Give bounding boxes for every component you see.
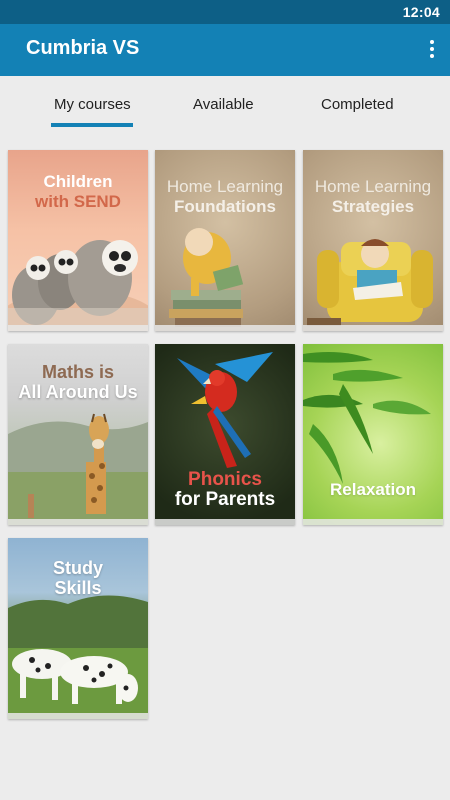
course-title: Phonics for Parents	[155, 470, 295, 510]
course-title-line1: Relaxation	[330, 480, 416, 499]
app-bar: Cumbria VS	[0, 24, 450, 76]
course-card-children-with-send[interactable]: Children with SEND	[8, 150, 148, 331]
tab-indicator	[51, 123, 133, 127]
course-title: Home Learning Strategies	[303, 177, 443, 217]
status-time: 12:04	[402, 4, 440, 20]
course-title-line1: Study	[52, 558, 103, 578]
card-strip	[8, 519, 148, 525]
course-card-home-learning-foundations[interactable]: Home Learning Foundations	[155, 150, 295, 331]
card-strip	[155, 325, 295, 331]
tab-available[interactable]: Available	[193, 96, 254, 113]
course-title-line2: for Parents	[174, 489, 276, 510]
course-card-phonics-for-parents[interactable]: Phonics for Parents	[155, 344, 295, 525]
card-strip	[303, 325, 443, 331]
course-title-line2: Foundations	[174, 197, 276, 216]
course-card-relaxation[interactable]: Relaxation	[303, 344, 443, 525]
course-title-line1: Home Learning	[166, 177, 284, 196]
card-strip	[8, 325, 148, 331]
course-title-line2: with SEND	[35, 192, 121, 211]
course-title-line2: All Around Us	[18, 382, 138, 402]
course-title-line1: Maths is	[41, 362, 115, 382]
course-title: Study Skills	[8, 558, 148, 598]
course-title: Maths is All Around Us	[8, 362, 148, 402]
course-title-line2: Strategies	[331, 197, 415, 216]
course-title: Children with SEND	[8, 172, 148, 212]
course-title-line1: Home Learning	[314, 177, 432, 196]
course-title: Relaxation	[303, 480, 443, 500]
course-title-line1: Children	[43, 172, 113, 191]
more-vert-icon[interactable]	[426, 38, 438, 62]
tab-my-courses[interactable]: My courses	[54, 96, 131, 113]
course-title-line2: Skills	[54, 578, 102, 598]
card-strip	[155, 519, 295, 525]
course-title-line1: Phonics	[188, 469, 262, 490]
course-card-maths-is-all-around-us[interactable]: Maths is All Around Us	[8, 344, 148, 525]
card-strip	[303, 519, 443, 525]
course-card-home-learning-strategies[interactable]: Home Learning Strategies	[303, 150, 443, 331]
app-title: Cumbria VS	[26, 37, 140, 59]
course-card-study-skills[interactable]: Study Skills	[8, 538, 148, 719]
course-title: Home Learning Foundations	[155, 177, 295, 217]
tab-completed[interactable]: Completed	[321, 96, 394, 113]
card-strip	[8, 713, 148, 719]
status-bar: 12:04	[0, 0, 450, 24]
